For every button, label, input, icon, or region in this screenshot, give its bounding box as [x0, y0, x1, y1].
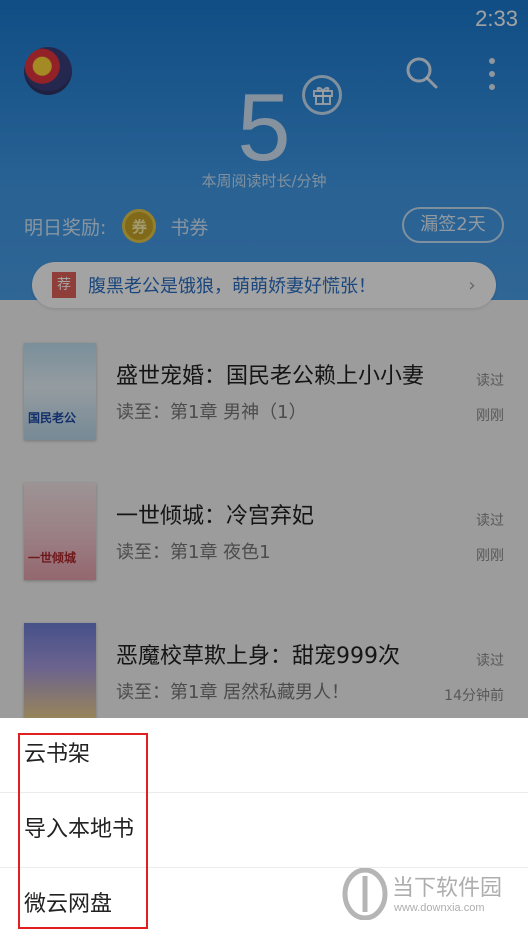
watermark-url: www.downxia.com [394, 902, 485, 914]
modal-dim-overlay[interactable] [0, 0, 528, 718]
watermark-text: 当下软件园 [392, 876, 503, 901]
app-screen: 2:33 5 本周阅读时长/分钟 明日奖励: 券 书券 漏签2天 荐 腹黑老公是… [0, 0, 528, 940]
watermark-logo-icon [342, 868, 388, 920]
watermark: 当下软件园 www.downxia.com [342, 868, 518, 924]
highlight-box [18, 733, 148, 929]
